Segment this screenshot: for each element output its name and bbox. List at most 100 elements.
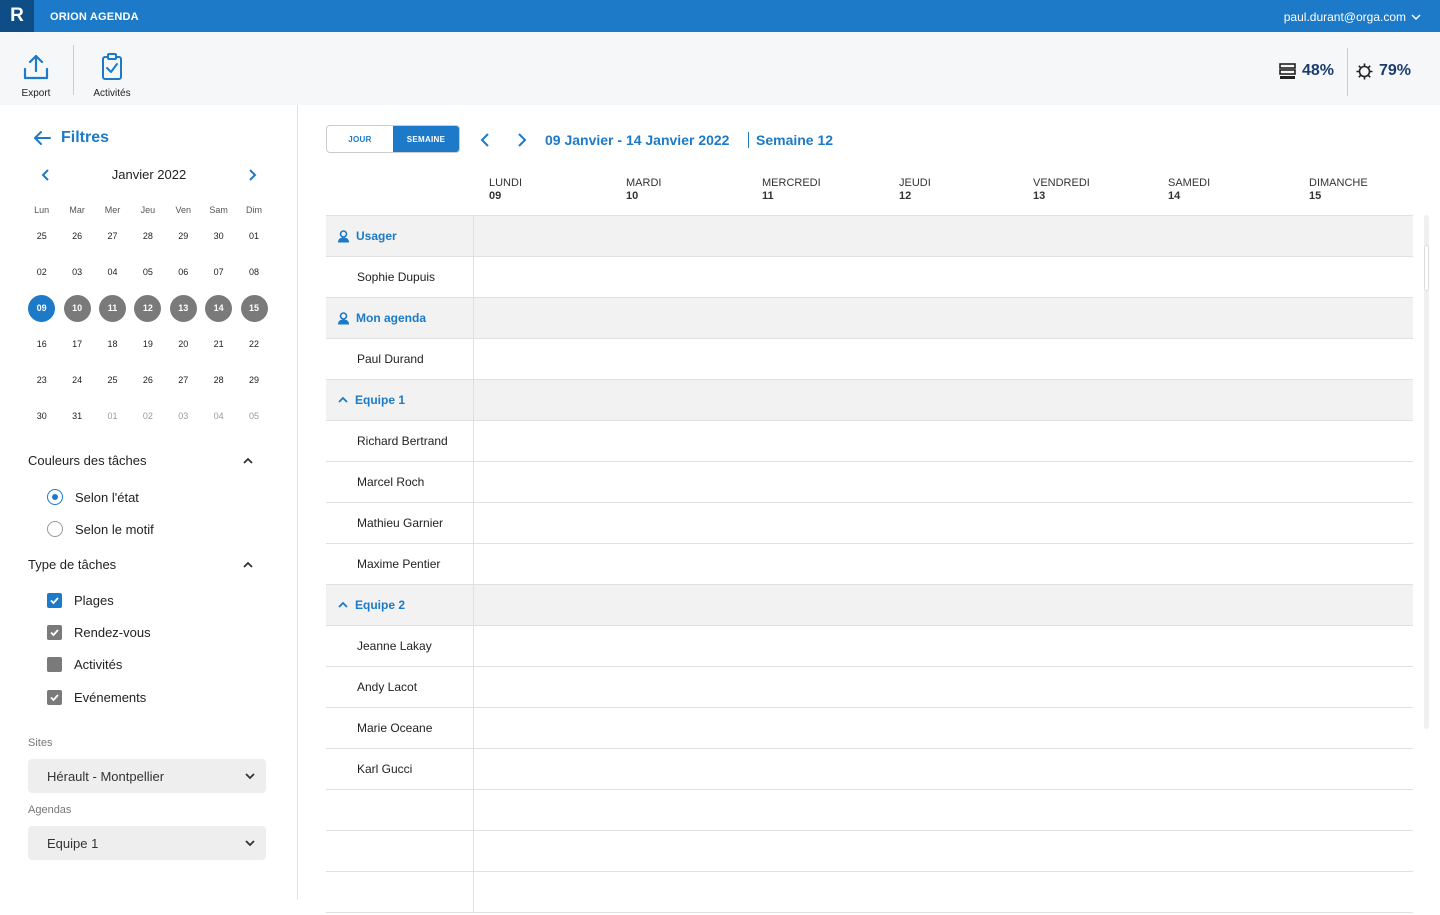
day-header[interactable]: MARDI 10 xyxy=(626,177,661,203)
calendar-day[interactable]: 06 xyxy=(166,267,201,277)
agenda-group-row[interactable]: Equipe 1 xyxy=(326,380,1413,421)
colors-section-header[interactable]: Couleurs des tâches xyxy=(28,453,254,468)
calendar-day[interactable]: 09 xyxy=(24,294,59,322)
checkbox-checked[interactable] xyxy=(47,690,62,705)
calendar-day[interactable]: 04 xyxy=(201,411,236,421)
calendar-day[interactable]: 02 xyxy=(24,267,59,277)
agenda-row[interactable] xyxy=(326,872,1413,913)
agenda-row[interactable]: Paul Durand xyxy=(326,339,1413,380)
filters-header[interactable]: Filtres xyxy=(32,129,109,147)
calendar-day[interactable]: 14 xyxy=(201,294,236,322)
agenda-group-row[interactable]: Usager xyxy=(326,216,1413,257)
agenda-timeline-cell[interactable] xyxy=(474,708,1413,748)
agenda-row[interactable] xyxy=(326,790,1413,831)
agenda-timeline-cell[interactable] xyxy=(474,872,1413,912)
agenda-timeline-cell[interactable] xyxy=(474,503,1413,543)
calendar-day[interactable]: 05 xyxy=(130,267,165,277)
agenda-timeline-cell[interactable] xyxy=(474,790,1413,830)
agenda-timeline-cell[interactable] xyxy=(474,667,1413,707)
calendar-day[interactable]: 02 xyxy=(130,411,165,421)
calendar-day[interactable]: 29 xyxy=(166,231,201,241)
calendar-day[interactable]: 28 xyxy=(201,375,236,385)
calendar-day[interactable]: 28 xyxy=(130,231,165,241)
user-menu[interactable]: paul.durant@orga.com xyxy=(1284,10,1406,24)
day-header[interactable]: JEUDI 12 xyxy=(899,177,931,203)
calendar-day[interactable]: 17 xyxy=(59,339,94,349)
day-header[interactable]: LUNDI 09 xyxy=(489,177,522,203)
agenda-timeline-cell[interactable] xyxy=(474,585,1413,625)
calendar-day[interactable]: 07 xyxy=(201,267,236,277)
agenda-row[interactable]: Marcel Roch xyxy=(326,462,1413,503)
calendar-day[interactable]: 03 xyxy=(166,411,201,421)
app-logo[interactable]: R xyxy=(0,0,34,32)
calendar-day[interactable]: 12 xyxy=(130,294,165,322)
calendar-day[interactable]: 16 xyxy=(24,339,59,349)
calendar-day[interactable]: 30 xyxy=(24,411,59,421)
export-button[interactable]: Export xyxy=(6,52,66,99)
calendar-day[interactable]: 05 xyxy=(236,411,271,421)
agenda-timeline-cell[interactable] xyxy=(474,380,1413,420)
agenda-timeline-cell[interactable] xyxy=(474,462,1413,502)
agenda-group-row[interactable]: Mon agenda xyxy=(326,298,1413,339)
calendar-day[interactable]: 25 xyxy=(24,231,59,241)
chevron-down-icon[interactable] xyxy=(1410,10,1422,28)
calendar-day[interactable]: 13 xyxy=(166,294,201,322)
calendar-day[interactable]: 27 xyxy=(95,231,130,241)
calendar-day[interactable]: 19 xyxy=(130,339,165,349)
calendar-day[interactable]: 22 xyxy=(236,339,271,349)
calendar-day[interactable]: 01 xyxy=(236,231,271,241)
calendar-day[interactable]: 26 xyxy=(130,375,165,385)
agenda-row[interactable]: Andy Lacot xyxy=(326,667,1413,708)
toggle-day[interactable]: JOUR xyxy=(327,126,393,152)
calendar-day[interactable]: 27 xyxy=(166,375,201,385)
calendar-day[interactable]: 20 xyxy=(166,339,201,349)
chevron-left-icon[interactable] xyxy=(40,168,52,182)
calendar-day[interactable]: 24 xyxy=(59,375,94,385)
calendar-day[interactable]: 21 xyxy=(201,339,236,349)
agenda-row[interactable]: Maxime Pentier xyxy=(326,544,1413,585)
agenda-timeline-cell[interactable] xyxy=(474,298,1413,338)
agenda-row-label[interactable]: Equipe 1 xyxy=(326,380,474,420)
agenda-row[interactable] xyxy=(326,831,1413,872)
checkbox-checked[interactable] xyxy=(47,625,62,640)
checkbox-checked[interactable] xyxy=(47,593,62,608)
agenda-group-row[interactable]: Equipe 2 xyxy=(326,585,1413,626)
scrollbar-thumb[interactable] xyxy=(1424,245,1429,291)
checkbox-unchecked[interactable] xyxy=(47,657,62,672)
radio-selected[interactable] xyxy=(47,489,63,505)
color-option-motif[interactable]: Selon le motif xyxy=(47,521,154,537)
agenda-row-label[interactable]: Mon agenda xyxy=(326,298,474,338)
prev-week-icon[interactable] xyxy=(478,132,492,148)
calendar-day[interactable]: 25 xyxy=(95,375,130,385)
calendar-day[interactable]: 11 xyxy=(95,294,130,322)
color-option-state[interactable]: Selon l'état xyxy=(47,489,139,505)
calendar-day[interactable]: 08 xyxy=(236,267,271,277)
type-plages[interactable]: Plages xyxy=(47,593,114,608)
calendar-day[interactable]: 10 xyxy=(59,294,94,322)
radio-unselected[interactable] xyxy=(47,521,63,537)
day-header[interactable]: VENDREDI 13 xyxy=(1033,177,1090,203)
day-header[interactable]: MERCREDI 11 xyxy=(762,177,821,203)
agenda-timeline-cell[interactable] xyxy=(474,216,1413,256)
agenda-timeline-cell[interactable] xyxy=(474,831,1413,871)
type-evenements[interactable]: Evénements xyxy=(47,690,146,705)
agenda-timeline-cell[interactable] xyxy=(474,544,1413,584)
calendar-day[interactable]: 29 xyxy=(236,375,271,385)
scrollbar-track[interactable] xyxy=(1424,215,1429,729)
type-section-header[interactable]: Type de tâches xyxy=(28,557,254,572)
agenda-row[interactable]: Richard Bertrand xyxy=(326,421,1413,462)
calendar-day[interactable]: 26 xyxy=(59,231,94,241)
agenda-row[interactable]: Sophie Dupuis xyxy=(326,257,1413,298)
calendar-day[interactable]: 01 xyxy=(95,411,130,421)
calendar-day[interactable]: 03 xyxy=(59,267,94,277)
agendas-select[interactable]: Equipe 1 xyxy=(28,826,266,860)
type-rdv[interactable]: Rendez-vous xyxy=(47,625,151,640)
chevron-right-icon[interactable] xyxy=(246,168,258,182)
calendar-day[interactable]: 04 xyxy=(95,267,130,277)
agenda-timeline-cell[interactable] xyxy=(474,257,1413,297)
calendar-day[interactable]: 23 xyxy=(24,375,59,385)
calendar-day[interactable]: 30 xyxy=(201,231,236,241)
agenda-timeline-cell[interactable] xyxy=(474,626,1413,666)
agenda-row[interactable]: Marie Oceane xyxy=(326,708,1413,749)
agenda-row[interactable]: Karl Gucci xyxy=(326,749,1413,790)
